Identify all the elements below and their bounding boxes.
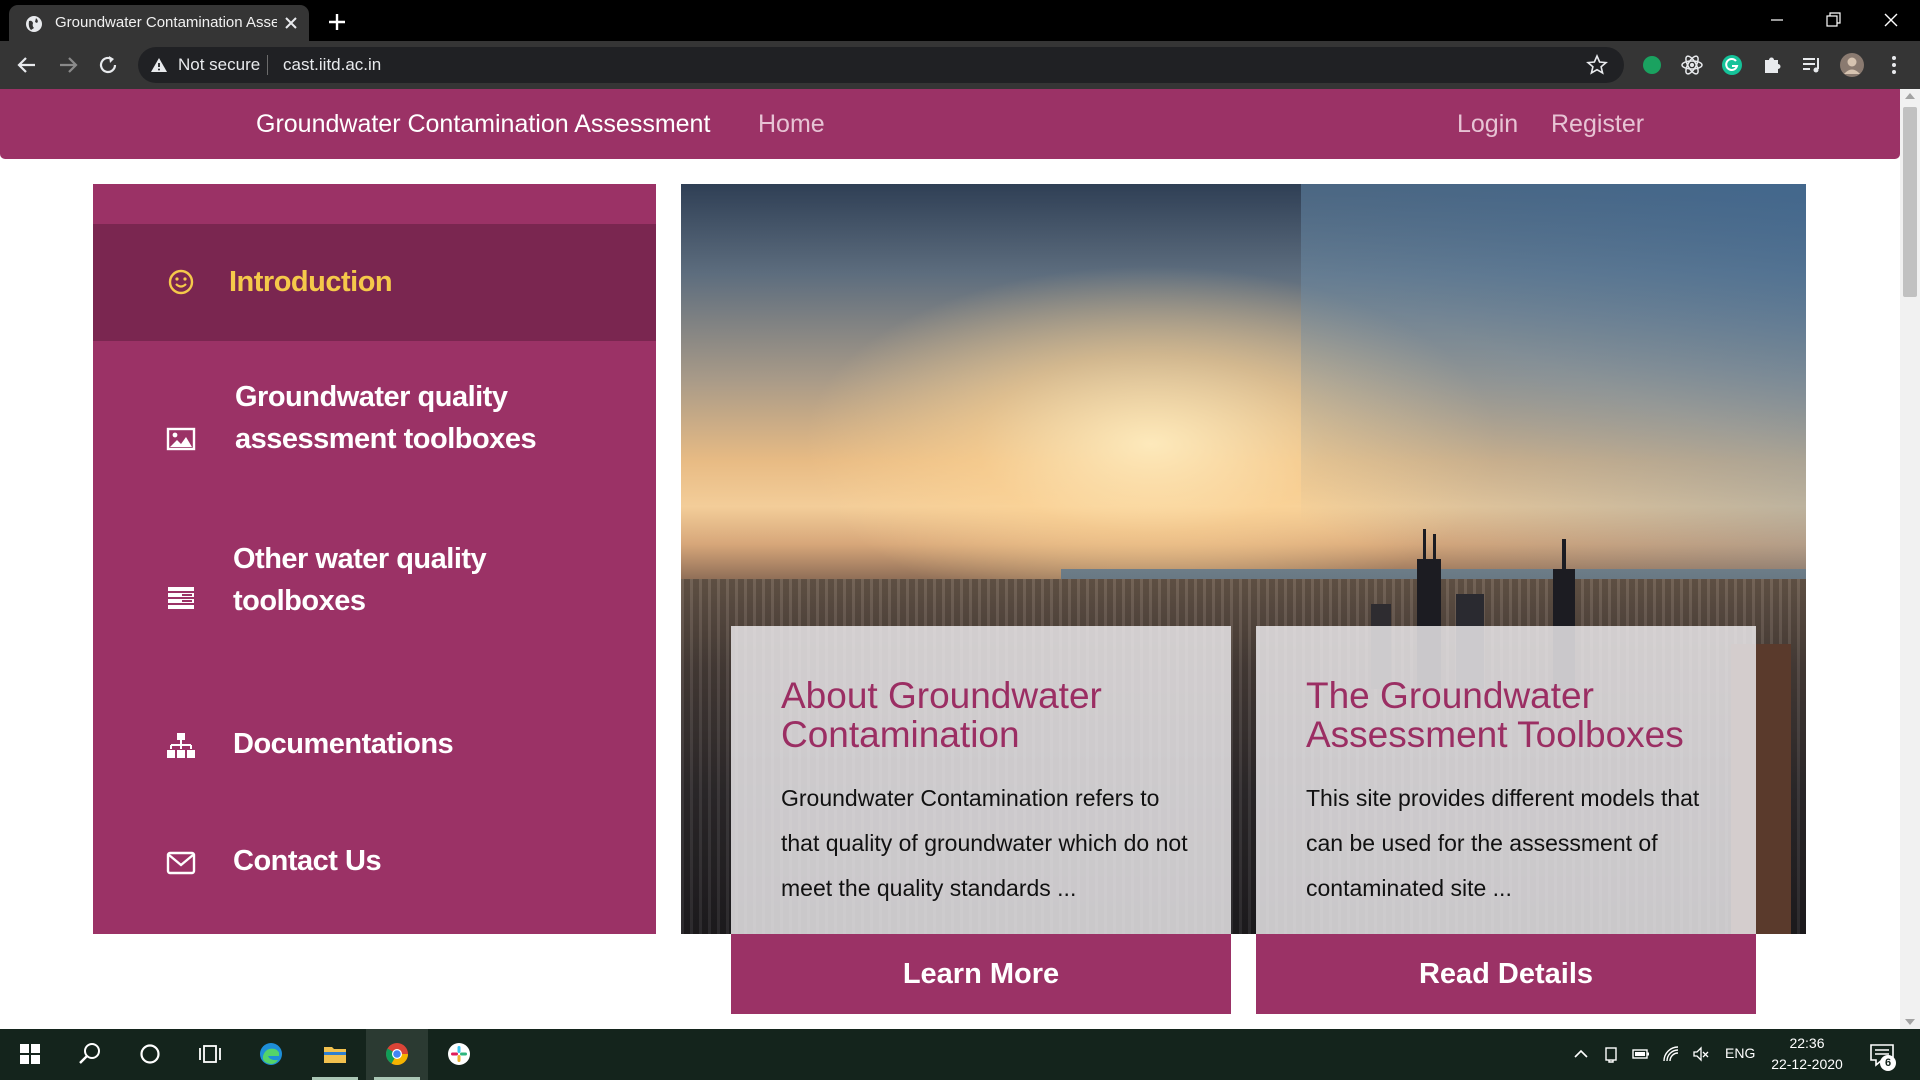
card-title: About Groundwater Contamination (781, 675, 1102, 755)
react-atom-icon[interactable] (1679, 52, 1705, 78)
sidebar-item-label: Introduction (229, 266, 393, 298)
hero-city-image: About Groundwater Contamination Groundwa… (681, 184, 1806, 934)
envelope-icon (166, 851, 196, 875)
learn-more-button[interactable]: Learn More (731, 934, 1231, 1014)
sidebar-menu: Introduction Groundwater quality assessm… (93, 184, 656, 934)
scroll-thumb[interactable] (1903, 107, 1917, 297)
green-circle-extension-icon[interactable] (1639, 52, 1665, 78)
wifi-icon[interactable] (1662, 1045, 1680, 1063)
close-tab-icon[interactable] (281, 13, 301, 33)
skyscraper-antenna (1562, 539, 1566, 574)
chevron-up-icon[interactable] (1572, 1045, 1590, 1063)
clock-date[interactable]: 22-12-2020 (1766, 1055, 1848, 1073)
sidebar-item-groundwater-toolboxes[interactable]: Groundwater quality assessment toolboxes (93, 374, 656, 504)
url-text[interactable]: cast.iitd.ac.in (283, 55, 381, 75)
scroll-down-arrow-icon[interactable] (1905, 1019, 1915, 1025)
sidebar-item-contact-us[interactable]: Contact Us (93, 811, 656, 911)
card-text: This site provides different models that… (1306, 785, 1700, 901)
slack-icon[interactable] (446, 1041, 472, 1067)
page-scrollbar[interactable] (1900, 89, 1920, 1029)
skyscraper-antenna (1433, 534, 1436, 564)
notification-count-badge: 6 (1880, 1055, 1896, 1071)
browser-tab[interactable]: Groundwater Contamination Assessment (9, 5, 309, 41)
nav-register-link[interactable]: Register (1551, 109, 1644, 139)
browser-toolbar: Not secure cast.iitd.ac.in (0, 41, 1920, 89)
sidebar-item-label: Groundwater quality assessment toolboxes (235, 381, 537, 455)
web-page: Groundwater Contamination Assessment Hom… (0, 89, 1900, 1029)
sidebar-item-documentations[interactable]: Documentations (93, 694, 656, 794)
address-bar[interactable]: Not secure cast.iitd.ac.in (138, 47, 1624, 83)
card-title: The Groundwater Assessment Toolboxes (1306, 675, 1684, 755)
task-view-icon[interactable] (197, 1041, 223, 1067)
windows-start-icon[interactable] (17, 1041, 43, 1067)
tab-title: Groundwater Contamination Assessment (55, 14, 277, 31)
edge-browser-icon[interactable] (258, 1041, 284, 1067)
omnibox-divider (267, 55, 268, 75)
toolboxes-card: The Groundwater Assessment Toolboxes Thi… (1256, 626, 1756, 934)
media-queue-icon[interactable] (1799, 52, 1825, 78)
restore-icon[interactable] (1818, 6, 1848, 34)
input-language[interactable]: ENG (1725, 1045, 1755, 1061)
profile-avatar-icon[interactable] (1839, 52, 1865, 78)
cortana-icon[interactable] (137, 1041, 163, 1067)
image-icon (166, 427, 196, 451)
browser-menu-icon[interactable] (1881, 52, 1907, 78)
sidebar-item-introduction[interactable]: Introduction (93, 224, 656, 341)
nav-home-link[interactable]: Home (758, 109, 825, 139)
windows-taskbar: ENG 22:36 22-12-2020 6 (0, 1029, 1920, 1080)
reload-icon[interactable] (94, 51, 122, 79)
about-card: About Groundwater Contamination Groundwa… (731, 626, 1231, 934)
bookmark-star-icon[interactable] (1586, 54, 1608, 76)
skyscraper-antenna (1423, 529, 1426, 564)
file-explorer-icon[interactable] (322, 1041, 348, 1067)
sitemap-icon (167, 733, 195, 758)
sky-haze (1301, 184, 1806, 614)
minimize-icon[interactable] (1762, 6, 1792, 34)
card-text: Groundwater Contamination refers to that… (781, 785, 1188, 901)
globe-icon (26, 16, 42, 32)
clock-time[interactable]: 22:36 (1770, 1034, 1844, 1052)
site-brand[interactable]: Groundwater Contamination Assessment (256, 109, 710, 139)
site-navbar: Groundwater Contamination Assessment Hom… (0, 89, 1900, 159)
sidebar-item-label: Documentations (233, 728, 454, 760)
chrome-icon[interactable] (384, 1041, 410, 1067)
search-icon[interactable] (77, 1041, 103, 1067)
sidebar-item-other-toolboxes[interactable]: Other water quality toolboxes (93, 534, 656, 664)
browser-tab-strip: Groundwater Contamination Assessment (0, 0, 1920, 41)
read-details-button[interactable]: Read Details (1256, 934, 1756, 1014)
battery-icon[interactable] (1632, 1045, 1650, 1063)
back-icon[interactable] (13, 51, 41, 79)
smile-icon (168, 269, 194, 295)
warning-icon (151, 58, 167, 72)
scroll-up-arrow-icon[interactable] (1905, 93, 1915, 99)
puzzle-extensions-icon[interactable] (1759, 52, 1785, 78)
sidebar-item-label: Other water quality toolboxes (233, 543, 487, 617)
close-window-icon[interactable] (1876, 6, 1906, 34)
sidebar-item-label: Contact Us (233, 845, 382, 877)
list-icon (168, 587, 194, 609)
new-tab-icon[interactable] (325, 10, 349, 34)
nav-login-link[interactable]: Login (1457, 109, 1518, 139)
device-icon[interactable] (1602, 1045, 1620, 1063)
speaker-muted-icon[interactable] (1692, 1045, 1710, 1063)
grammarly-icon[interactable] (1719, 52, 1745, 78)
security-label[interactable]: Not secure (178, 55, 260, 75)
forward-icon[interactable] (54, 51, 82, 79)
